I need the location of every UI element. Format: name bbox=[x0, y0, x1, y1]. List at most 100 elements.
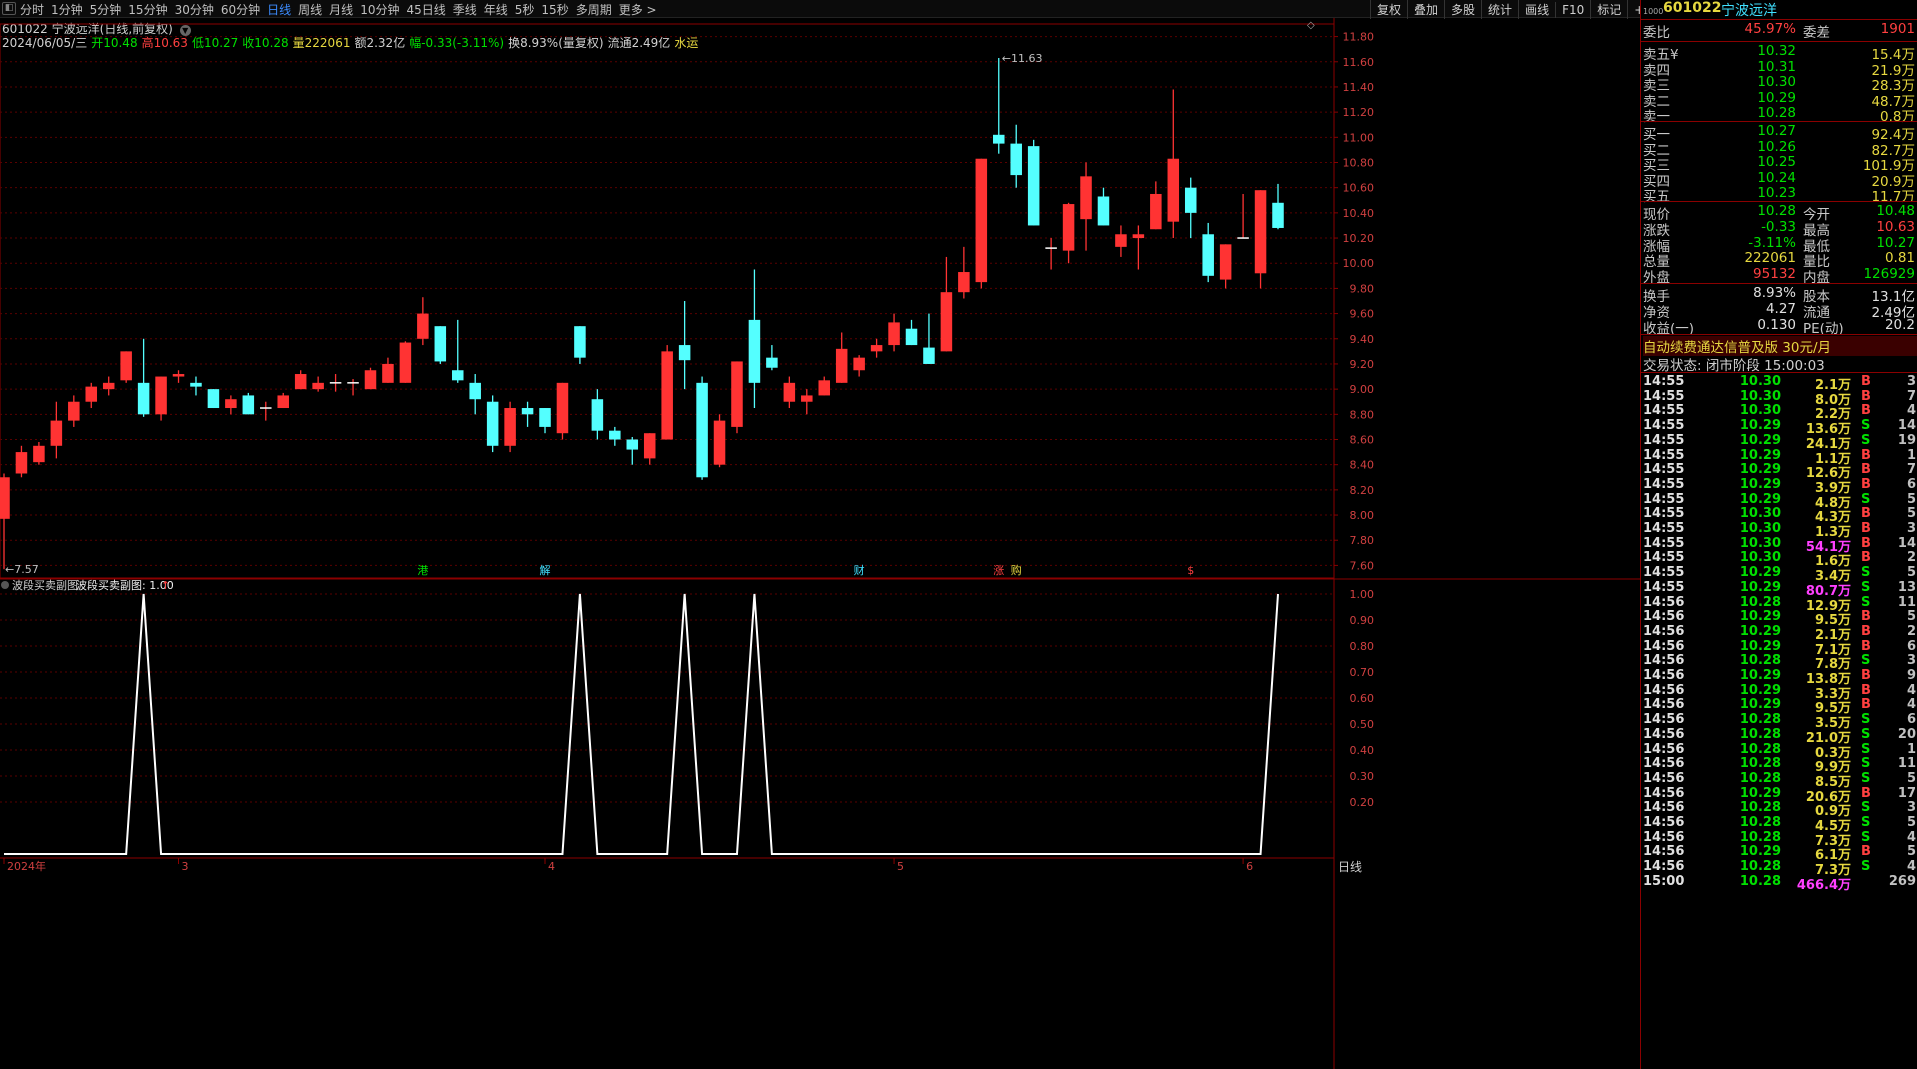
candle-body bbox=[242, 395, 255, 415]
diamond-icon[interactable]: ◇ bbox=[1307, 20, 1315, 31]
period-button[interactable]: 日线 bbox=[1338, 858, 1378, 874]
candle-body bbox=[137, 382, 150, 415]
trade-side: S bbox=[1861, 579, 1871, 595]
candle-body bbox=[713, 420, 726, 465]
trade-price: 10.29 bbox=[1739, 623, 1781, 639]
trade-price: 10.29 bbox=[1739, 418, 1781, 434]
candle-body bbox=[1150, 193, 1162, 230]
trade-time: 14:56 bbox=[1643, 623, 1685, 639]
sub-tick-label: 0.30 bbox=[1350, 770, 1375, 783]
ask-label: 卖一 bbox=[1643, 109, 1670, 125]
subchart-name[interactable]: 波段买卖副图 bbox=[12, 578, 78, 592]
trade-time: 14:55 bbox=[1643, 462, 1685, 478]
separator bbox=[1641, 372, 1917, 373]
event-marker[interactable]: 涨 bbox=[993, 564, 1004, 577]
quote-value: 10.48 bbox=[1876, 203, 1915, 219]
trade-time: 14:56 bbox=[1643, 756, 1685, 772]
event-marker[interactable]: 购 bbox=[1011, 563, 1022, 577]
trade-time: 14:56 bbox=[1643, 800, 1685, 816]
candle-body bbox=[68, 401, 80, 421]
ask-volume: 0.8万 bbox=[1880, 109, 1915, 125]
trade-count: 6 bbox=[1906, 638, 1916, 654]
trade-count: 20 bbox=[1897, 726, 1916, 742]
trade-count: 5 bbox=[1906, 844, 1916, 860]
quote-value: 95132 bbox=[1753, 266, 1796, 283]
price-tick-label: 10.60 bbox=[1343, 182, 1375, 195]
quote-value: 0.81 bbox=[1884, 250, 1915, 267]
trade-time: 14:56 bbox=[1643, 682, 1685, 698]
trade-price: 10.29 bbox=[1739, 638, 1781, 654]
trade-time: 14:55 bbox=[1643, 491, 1685, 507]
trade-count: 1 bbox=[1906, 741, 1916, 757]
candle-body bbox=[120, 351, 132, 381]
price-tick-label: 10.80 bbox=[1343, 157, 1375, 170]
trade-count: 5 bbox=[1906, 565, 1916, 581]
quote-value: 126929 bbox=[1863, 266, 1915, 283]
trade-count: 7 bbox=[1906, 462, 1916, 478]
trade-count: 269 bbox=[1888, 873, 1916, 889]
candle-body bbox=[364, 370, 377, 390]
candle-body bbox=[853, 357, 865, 371]
event-marker[interactable]: $ bbox=[1187, 564, 1194, 577]
trade-price: 10.28 bbox=[1739, 859, 1781, 875]
trade-time: 14:56 bbox=[1643, 859, 1685, 875]
trade-side: B bbox=[1861, 668, 1871, 683]
trade-side: B bbox=[1861, 844, 1871, 860]
event-marker[interactable]: 财 bbox=[854, 563, 865, 577]
candle-body bbox=[102, 382, 115, 390]
candle-body bbox=[574, 326, 586, 358]
trade-time: 14:56 bbox=[1643, 741, 1685, 757]
ad-row: 自动续费通达信普及版 30元/月 bbox=[1641, 336, 1917, 356]
weibi-value: 45.97% bbox=[1744, 21, 1796, 37]
candle-body bbox=[556, 382, 569, 434]
candle-body bbox=[940, 292, 953, 352]
rp-stock-code: 601022 bbox=[1663, 0, 1722, 16]
ask-price: 10.32 bbox=[1757, 43, 1796, 59]
trade-side: S bbox=[1861, 756, 1871, 772]
trade-time: 14:55 bbox=[1643, 521, 1685, 536]
candle-body bbox=[15, 452, 28, 474]
event-marker[interactable]: 港 bbox=[417, 564, 428, 577]
trade-count: 6 bbox=[1906, 476, 1916, 492]
trade-count: 3 bbox=[1906, 374, 1916, 389]
trade-price: 10.28 bbox=[1739, 829, 1781, 845]
ask-price: 10.28 bbox=[1757, 105, 1796, 121]
trade-time: 14:56 bbox=[1643, 785, 1685, 801]
stock-header: 1000 601022 宁波远洋 bbox=[1641, 0, 1917, 19]
max-price-label: ←11.63 bbox=[1002, 52, 1043, 65]
bid-price: 10.23 bbox=[1757, 185, 1796, 201]
app-window: ◧ 分时 1分钟 5分钟 15分钟 30分钟 60分钟 日线 周线 月线 10分钟 45日线 季线 年线… bbox=[0, 0, 1917, 1069]
date-label: 3 bbox=[182, 860, 189, 873]
sub-tick-label: 0.80 bbox=[1350, 640, 1375, 653]
event-marker[interactable]: 解 bbox=[540, 563, 551, 577]
trade-side: B bbox=[1861, 374, 1871, 389]
candle-body bbox=[312, 382, 324, 390]
trade-time: 14:55 bbox=[1643, 550, 1685, 566]
candle-body bbox=[417, 313, 429, 339]
trade-price: 10.28 bbox=[1739, 712, 1781, 728]
ad-link[interactable]: 自动续费通达信普及版 30元/月 bbox=[1643, 336, 1917, 356]
trade-price: 10.29 bbox=[1739, 785, 1781, 801]
candle-body bbox=[1184, 187, 1197, 213]
trade-side: B bbox=[1861, 403, 1871, 419]
candle-body bbox=[870, 345, 883, 352]
trade-side: S bbox=[1861, 741, 1871, 757]
subchart-settings-icon[interactable] bbox=[1, 581, 9, 589]
trade-count: 14 bbox=[1897, 535, 1916, 551]
trade-price: 10.30 bbox=[1739, 374, 1781, 389]
candle-body bbox=[85, 386, 98, 402]
kline-chart[interactable]: 11.80 11.60 11.40 11.20 11.00 10.80 10.60 10.40… bbox=[0, 0, 1640, 1069]
weicha-value: 1901 bbox=[1880, 21, 1915, 37]
trade-side: B bbox=[1861, 447, 1871, 463]
candle-body bbox=[190, 382, 202, 387]
trade-side: S bbox=[1861, 712, 1871, 728]
trade-side: B bbox=[1861, 609, 1871, 625]
separator bbox=[1641, 19, 1917, 20]
trade-price: 10.29 bbox=[1739, 491, 1781, 507]
candle-body bbox=[696, 382, 708, 478]
candle-body bbox=[1080, 176, 1092, 220]
trade-price: 10.30 bbox=[1739, 535, 1781, 551]
trade-side: S bbox=[1861, 565, 1871, 581]
price-tick-label: 11.00 bbox=[1343, 131, 1375, 144]
fund-value: 20.2 bbox=[1884, 316, 1915, 333]
